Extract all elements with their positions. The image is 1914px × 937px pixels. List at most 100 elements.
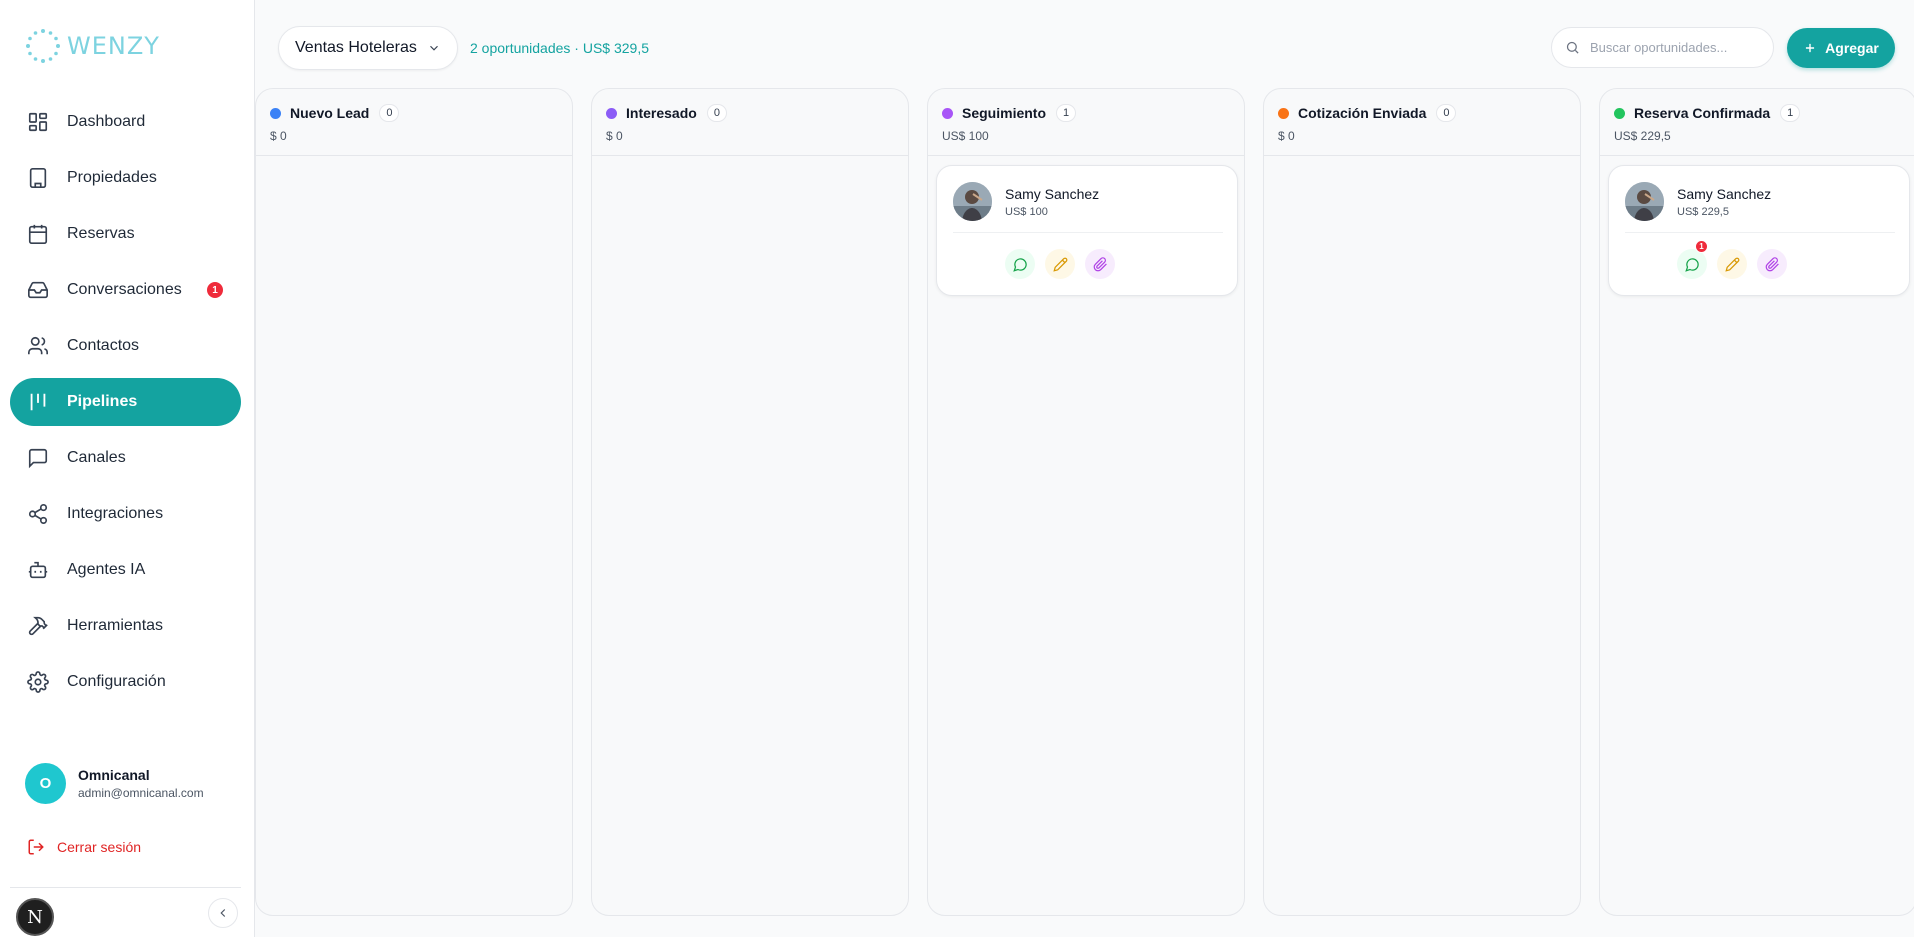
add-opportunity-button[interactable]: Agregar	[1787, 28, 1895, 68]
divider	[10, 887, 241, 888]
sidebar-item-conversaciones[interactable]: Conversaciones 1	[10, 266, 241, 314]
sidebar-item-label: Configuración	[67, 673, 166, 690]
card-contact-name: Samy Sanchez	[1005, 186, 1100, 202]
stage-color-dot	[942, 107, 953, 119]
sidebar-item-label: Dashboard	[67, 113, 146, 130]
chat-icon	[1012, 257, 1027, 272]
opportunity-card[interactable]: Samy Sanchez US$ 229,5 1	[1608, 165, 1910, 296]
column-header: Seguimiento 1 US$ 100	[928, 89, 1244, 156]
hammer-icon	[27, 615, 49, 637]
paperclip-icon	[1765, 256, 1779, 271]
sidebar-item-label: Conversaciones	[67, 281, 182, 298]
logout-label: Cerrar sesión	[57, 839, 142, 855]
user-profile[interactable]: O Omnicanal admin@omnicanal.com	[25, 763, 204, 804]
avatar: O	[25, 763, 66, 804]
edit-button[interactable]	[1045, 249, 1075, 279]
pencil-icon	[1724, 257, 1739, 272]
chevron-down-icon	[429, 45, 438, 51]
column-title: Nuevo Lead	[290, 105, 370, 121]
stage-color-dot	[1614, 107, 1625, 119]
sidebar-item-label: Pipelines	[67, 393, 138, 410]
avatar	[953, 182, 992, 221]
column-total: US$ 100	[942, 129, 989, 143]
column-header: Cotización Enviada 0 $ 0	[1264, 89, 1580, 156]
chat-icon	[1684, 257, 1699, 272]
sidebar-item-propiedades[interactable]: Propiedades	[10, 154, 241, 202]
column-title: Seguimiento	[962, 105, 1047, 121]
search-box	[1551, 27, 1774, 68]
card-contact-name: Samy Sanchez	[1677, 186, 1772, 202]
sidebar-item-integraciones[interactable]: Integraciones	[10, 490, 241, 538]
calendar-icon	[27, 223, 49, 245]
sidebar-item-canales[interactable]: Canales	[10, 434, 241, 482]
sidebar-item-label: Propiedades	[67, 169, 157, 186]
column-title: Reserva Confirmada	[1634, 105, 1771, 121]
unread-badge: 1	[1695, 240, 1708, 253]
column-title: Cotización Enviada	[1298, 105, 1427, 121]
attachment-button[interactable]	[1085, 249, 1115, 279]
column-header: Interesado 0 $ 0	[592, 89, 908, 156]
building-icon	[27, 167, 49, 189]
collapse-sidebar-button[interactable]	[208, 898, 238, 928]
dev-tools-badge[interactable]: N	[16, 898, 54, 936]
column-total: $ 0	[606, 129, 623, 143]
sidebar-item-contactos[interactable]: Contactos	[10, 322, 241, 370]
sidebar-item-dashboard[interactable]: Dashboard	[10, 98, 241, 146]
card-amount: US$ 100	[1005, 206, 1048, 218]
opportunity-card[interactable]: Samy Sanchez US$ 100	[936, 165, 1238, 296]
sidebar-item-label: Integraciones	[67, 505, 164, 522]
sidebar-item-label: Reservas	[67, 225, 135, 242]
column-count-badge: 1	[1780, 104, 1801, 122]
edit-button[interactable]	[1717, 249, 1747, 279]
column-total: US$ 229,5	[1614, 129, 1671, 143]
sidebar-item-label: Canales	[67, 449, 126, 466]
search-input[interactable]	[1590, 40, 1765, 55]
users-icon	[27, 335, 49, 357]
divider	[953, 232, 1223, 233]
chat-button[interactable]: 1	[1677, 240, 1708, 279]
pipeline-column: Seguimiento 1 US$ 100 Samy Sanchez US$ 1…	[927, 88, 1245, 916]
sidebar-item-herramientas[interactable]: Herramientas	[10, 602, 241, 650]
logout-button[interactable]: Cerrar sesión	[27, 838, 141, 856]
logo[interactable]: WENZY	[25, 28, 160, 64]
stage-color-dot	[270, 107, 281, 119]
column-count-badge: 0	[706, 104, 727, 122]
divider	[1625, 232, 1895, 233]
logout-icon	[28, 839, 44, 855]
stage-color-dot	[606, 107, 617, 119]
column-total: $ 0	[270, 129, 287, 143]
sidebar-item-label: Agentes IA	[67, 561, 146, 578]
inbox-icon	[27, 279, 49, 301]
sidebar-item-configuracion[interactable]: Configuración	[10, 658, 241, 706]
search-icon	[1566, 41, 1579, 54]
column-total: $ 0	[1278, 129, 1295, 143]
stage-color-dot	[1278, 107, 1289, 119]
chevron-left-icon	[220, 909, 226, 917]
sidebar-item-pipelines[interactable]: Pipelines	[10, 378, 241, 426]
logo-text: WENZY	[67, 32, 160, 60]
pipeline-column: Cotización Enviada 0 $ 0	[1263, 88, 1581, 916]
column-title: Interesado	[626, 105, 697, 121]
attachment-button[interactable]	[1757, 249, 1787, 279]
pipeline-summary: 2 oportunidades · US$ 329,5	[470, 40, 650, 56]
avatar	[1625, 182, 1664, 221]
unread-badge: 1	[207, 282, 223, 298]
card-amount: US$ 229,5	[1677, 206, 1729, 218]
plus-icon	[1806, 43, 1815, 53]
chat-button[interactable]	[1005, 249, 1035, 279]
user-email: admin@omnicanal.com	[78, 786, 204, 800]
dashboard-icon	[27, 111, 49, 133]
pipeline-column: Nuevo Lead 0 $ 0	[255, 88, 573, 916]
sidebar-item-agentes-ia[interactable]: Agentes IA	[10, 546, 241, 594]
pencil-icon	[1052, 257, 1067, 272]
column-count-badge: 0	[379, 104, 400, 122]
message-square-icon	[27, 447, 49, 469]
pipeline-column: Reserva Confirmada 1 US$ 229,5 Samy Sanc…	[1599, 88, 1914, 916]
sidebar-item-reservas[interactable]: Reservas	[10, 210, 241, 258]
sidebar-item-label: Contactos	[67, 337, 140, 354]
pipeline-selector-label: Ventas Hoteleras	[295, 39, 417, 56]
add-button-label: Agregar	[1825, 40, 1879, 56]
pipeline-selector[interactable]: Ventas Hoteleras	[278, 26, 458, 70]
kanban-icon	[27, 391, 49, 413]
user-name: Omnicanal	[78, 767, 150, 783]
